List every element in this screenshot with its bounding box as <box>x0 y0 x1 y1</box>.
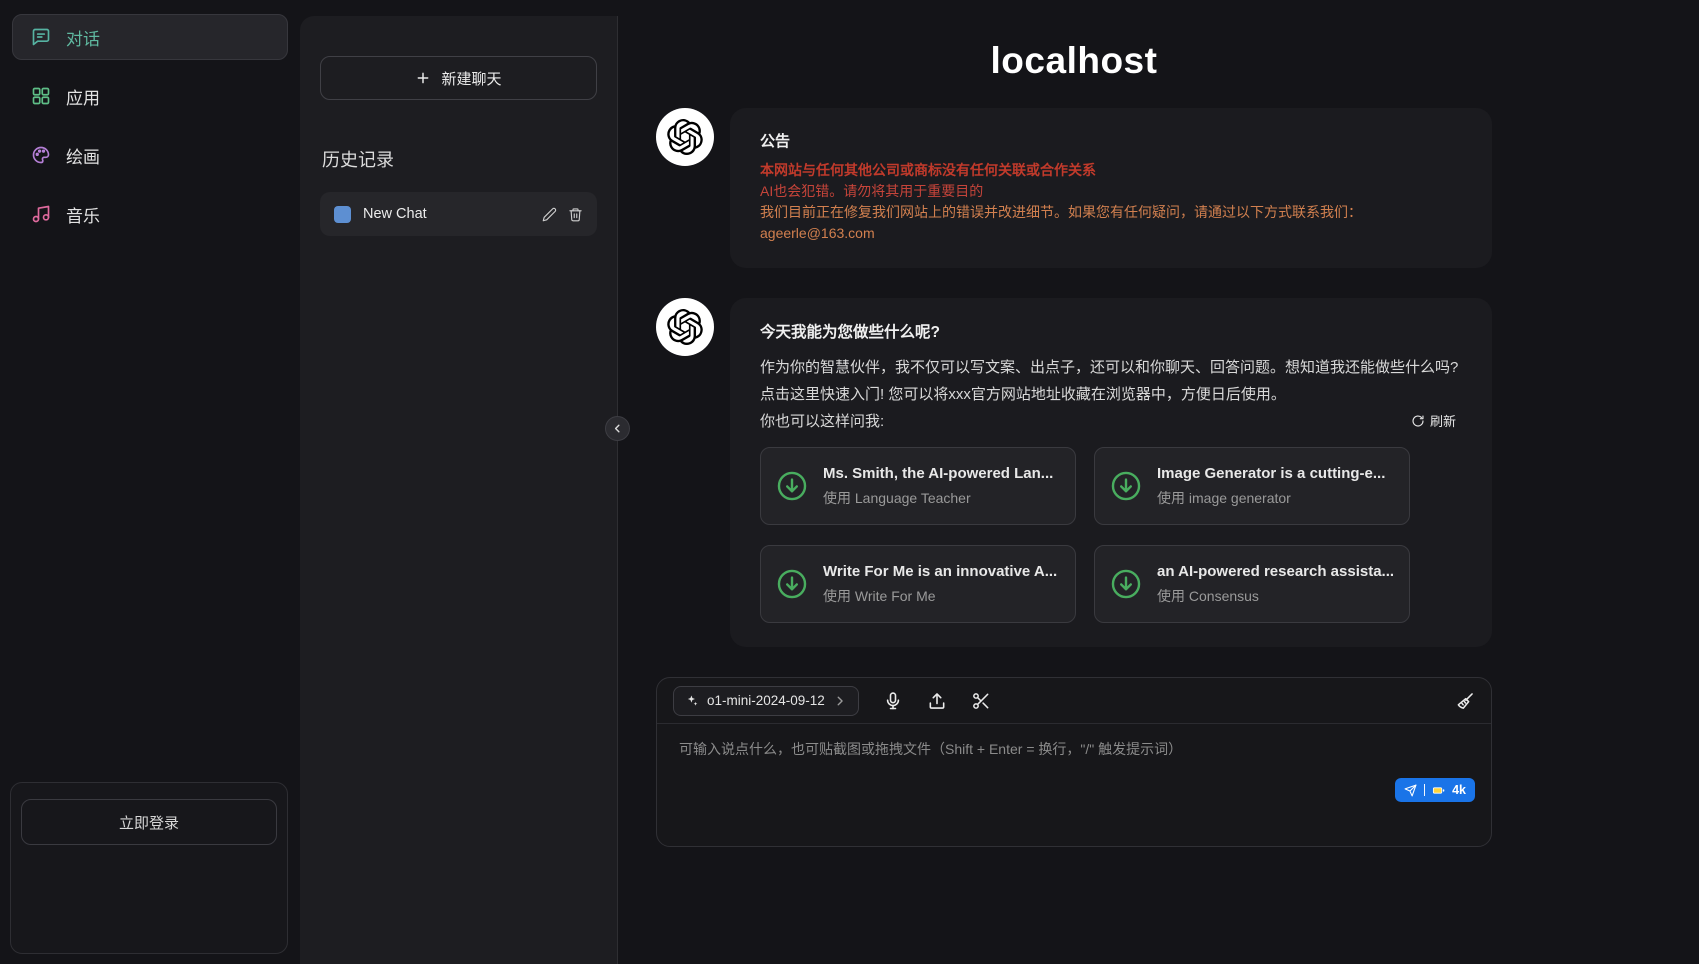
download-circle-icon <box>775 469 809 503</box>
token-battery-icon <box>1432 784 1445 797</box>
broom-icon <box>1455 691 1475 711</box>
suggestion-title: Image Generator is a cutting-e... <box>1157 465 1385 482</box>
sidebar-item-label: 绘画 <box>66 143 100 168</box>
chat-avatar-icon <box>334 206 351 223</box>
ask-line: 你也可以这样问我: <box>760 410 884 431</box>
suggestion-grid: Ms. Smith, the AI-powered Lan... 使用 Lang… <box>760 447 1462 623</box>
announcement-line: AI也会犯错。请勿将其用于重要目的 <box>760 181 1462 202</box>
sidebar-item-label: 对话 <box>66 25 100 50</box>
announcement-title: 公告 <box>760 130 1462 151</box>
ask-row: 你也可以这样问我: 刷新 <box>760 410 1462 431</box>
palette-icon <box>31 145 51 165</box>
chat-list-item[interactable]: New Chat <box>320 192 597 236</box>
suggestion-card[interactable]: Image Generator is a cutting-e... 使用 ima… <box>1094 447 1410 525</box>
sparkle-icon <box>685 694 699 708</box>
openai-logo-icon <box>667 119 703 155</box>
refresh-label: 刷新 <box>1430 411 1456 430</box>
new-chat-button[interactable]: 新建聊天 <box>320 56 597 100</box>
suggestion-card[interactable]: Write For Me is an innovative A... 使用 Wr… <box>760 545 1076 623</box>
welcome-title: 今天我能为您做些什么呢? <box>760 320 1462 342</box>
sidebar-item-label: 应用 <box>66 84 100 109</box>
sidebar-item-label: 音乐 <box>66 202 100 227</box>
assistant-message-welcome: 今天我能为您做些什么呢? 作为你的智慧伙伴，我不仅可以写文案、出点子，还可以和你… <box>656 298 1492 647</box>
new-chat-label: 新建聊天 <box>441 68 501 89</box>
delete-chat-button[interactable] <box>568 207 583 222</box>
chat-item-actions <box>542 207 583 222</box>
collapse-sidebar-handle[interactable] <box>605 416 630 441</box>
page-title: localhost <box>656 40 1492 82</box>
main-chat-area: localhost 公告 本网站与任何其他公司或商标没有任何关联或合作关系 AI… <box>618 0 1699 964</box>
announcement-line: 我们目前正在修复我们网站上的错误并改进细节。如果您有任何疑问，请通过以下方式联系… <box>760 202 1462 223</box>
scissors-icon <box>971 691 991 711</box>
badge-divider <box>1424 784 1426 796</box>
model-selector[interactable]: o1-mini-2024-09-12 <box>673 686 859 716</box>
suggestion-subtitle: 使用 Consensus <box>1157 586 1394 606</box>
assistant-message-announcement: 公告 本网站与任何其他公司或商标没有任何关联或合作关系 AI也会犯错。请勿将其用… <box>656 108 1492 268</box>
login-button[interactable]: 立即登录 <box>21 799 277 845</box>
history-title: 历史记录 <box>322 146 597 172</box>
welcome-body: 作为你的智慧伙伴，我不仅可以写文案、出点子，还可以和你聊天、回答问题。想知道我还… <box>760 354 1462 408</box>
sidebar: 对话 应用 绘画 音乐 立即登录 <box>0 0 300 964</box>
chat-bubble-icon <box>31 27 51 47</box>
send-button[interactable]: 4k <box>1395 778 1475 802</box>
chevron-left-icon <box>611 422 624 435</box>
login-panel: 立即登录 <box>10 782 288 954</box>
scissors-button[interactable] <box>971 691 991 711</box>
sidebar-item-paint[interactable]: 绘画 <box>12 132 288 178</box>
composer-toolbar: o1-mini-2024-09-12 <box>657 678 1491 724</box>
suggestion-subtitle: 使用 image generator <box>1157 488 1385 508</box>
chevron-right-icon <box>833 694 847 708</box>
token-count: 4k <box>1452 783 1466 797</box>
assistant-avatar <box>656 298 714 356</box>
message-input[interactable] <box>677 737 1471 805</box>
suggestion-subtitle: 使用 Write For Me <box>823 586 1057 606</box>
music-note-icon <box>31 204 51 224</box>
suggestion-card[interactable]: an AI-powered research assista... 使用 Con… <box>1094 545 1410 623</box>
send-plane-icon <box>1404 784 1417 797</box>
sidebar-item-chat[interactable]: 对话 <box>12 14 288 60</box>
pencil-icon <box>542 207 557 222</box>
announcement-card: 公告 本网站与任何其他公司或商标没有任何关联或合作关系 AI也会犯错。请勿将其用… <box>730 108 1492 268</box>
sidebar-item-music[interactable]: 音乐 <box>12 191 288 237</box>
refresh-suggestions-button[interactable]: 刷新 <box>1405 410 1462 431</box>
welcome-card: 今天我能为您做些什么呢? 作为你的智慧伙伴，我不仅可以写文案、出点子，还可以和你… <box>730 298 1492 647</box>
composer-body: 4k <box>657 724 1491 846</box>
apps-grid-icon <box>31 86 51 106</box>
trash-icon <box>568 207 583 222</box>
suggestion-title: Write For Me is an innovative A... <box>823 563 1057 580</box>
download-circle-icon <box>1109 567 1143 601</box>
refresh-icon <box>1411 414 1425 428</box>
plus-icon <box>415 70 431 86</box>
microphone-icon <box>883 691 903 711</box>
upload-button[interactable] <box>927 691 947 711</box>
chat-item-title: New Chat <box>363 206 530 222</box>
suggestion-subtitle: 使用 Language Teacher <box>823 488 1053 508</box>
announcement-line: 本网站与任何其他公司或商标没有任何关联或合作关系 <box>760 160 1462 181</box>
app-window: 对话 应用 绘画 音乐 立即登录 <box>0 0 1699 964</box>
chat-list-panel: 新建聊天 历史记录 New Chat <box>300 16 618 964</box>
microphone-button[interactable] <box>883 691 903 711</box>
suggestion-card[interactable]: Ms. Smith, the AI-powered Lan... 使用 Lang… <box>760 447 1076 525</box>
openai-logo-icon <box>667 309 703 345</box>
composer-panel: o1-mini-2024-09-12 <box>656 677 1492 847</box>
download-circle-icon <box>1109 469 1143 503</box>
contact-email-link[interactable]: ageerle@163.com <box>760 225 875 241</box>
assistant-avatar <box>656 108 714 166</box>
sidebar-nav: 对话 应用 绘画 音乐 <box>12 14 288 237</box>
model-name: o1-mini-2024-09-12 <box>707 693 825 708</box>
suggestion-title: Ms. Smith, the AI-powered Lan... <box>823 465 1053 482</box>
sidebar-item-apps[interactable]: 应用 <box>12 73 288 119</box>
upload-icon <box>927 691 947 711</box>
download-circle-icon <box>775 567 809 601</box>
edit-chat-button[interactable] <box>542 207 557 222</box>
clear-context-button[interactable] <box>1455 691 1475 711</box>
suggestion-title: an AI-powered research assista... <box>1157 563 1394 580</box>
